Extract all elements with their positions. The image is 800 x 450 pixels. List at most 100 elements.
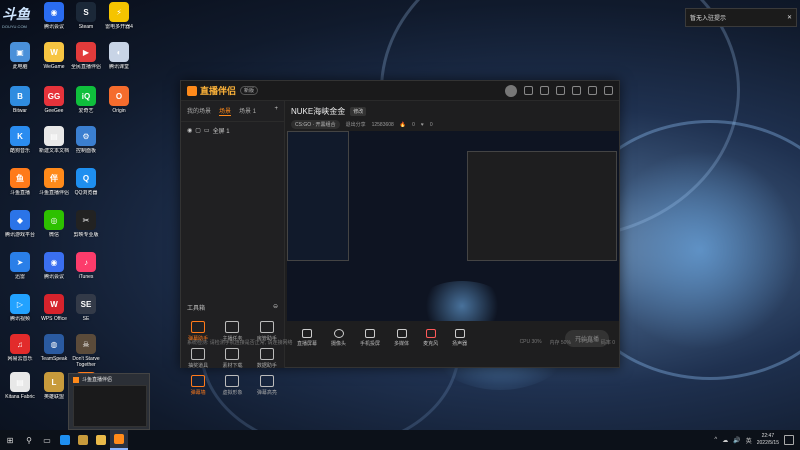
- desktop-icon[interactable]: B Bitwar: [4, 86, 36, 114]
- mail-icon[interactable]: [524, 86, 533, 95]
- live-preview[interactable]: [287, 131, 619, 321]
- desktop-icon[interactable]: ♫ 网易云音乐: [4, 334, 36, 362]
- title-bar-actions: [505, 84, 613, 97]
- status-message: 系统检测: 请检测手机连接是否正常, 请连接网络: [187, 340, 293, 346]
- minimize-icon[interactable]: [572, 86, 581, 95]
- desktop-icon-label: Bitwar: [13, 108, 27, 114]
- version-badge[interactable]: 新版: [240, 86, 259, 95]
- desktop-icon[interactable]: S Steam: [70, 2, 102, 30]
- notification-toast[interactable]: 暂无入驻提示 ✕: [685, 8, 797, 27]
- desktop-icon[interactable]: ◉ 腾讯会议: [38, 2, 70, 30]
- desktop-icon-label: 新建文本文档: [38, 148, 69, 154]
- tool-item[interactable]: 虚拟形象: [215, 375, 249, 396]
- notification-center-icon[interactable]: [784, 435, 794, 445]
- desktop-icon-label: 酷狗音乐: [9, 148, 30, 154]
- desktop-icon[interactable]: ☠ Don't Starve Together: [70, 334, 102, 368]
- taskbar-app-files[interactable]: [92, 430, 110, 450]
- taskbar-app-live-companion[interactable]: [110, 430, 128, 450]
- taskbar-app-game[interactable]: [74, 430, 92, 450]
- app-icon: ◐: [109, 42, 129, 62]
- more-icon[interactable]: ⊖: [273, 303, 278, 312]
- desktop-icon[interactable]: 鱼斗鱼直播: [4, 168, 36, 196]
- desktop-icon[interactable]: ➤ 迅雷: [4, 252, 36, 280]
- avatar[interactable]: [505, 84, 517, 97]
- menu-icon[interactable]: [556, 86, 565, 95]
- close-icon[interactable]: ✕: [787, 14, 792, 21]
- app-icon: O: [109, 86, 129, 106]
- start-button[interactable]: ⊞: [0, 430, 20, 450]
- taskbar-thumbnail[interactable]: 斗鱼直播伴侣: [68, 373, 150, 430]
- desktop-icon[interactable]: K 酷狗音乐: [4, 126, 36, 154]
- desktop-icon[interactable]: W WPS Office: [38, 294, 70, 322]
- desktop-icon[interactable]: ◍ TeamSpeak: [38, 334, 70, 362]
- search-icon[interactable]: ⚲: [20, 430, 38, 450]
- desktop-icon[interactable]: 伴斗鱼直播伴侣: [38, 168, 70, 196]
- desktop-icon[interactable]: ▶ 全民直播伴侣: [70, 42, 102, 70]
- volume-icon[interactable]: 🔊: [733, 437, 740, 444]
- desktop-icon[interactable]: O Origin: [103, 86, 135, 114]
- tab-scene-1[interactable]: 场景 1: [239, 106, 256, 116]
- edit-title-button[interactable]: 修改: [350, 107, 367, 116]
- taskbar-app-browser[interactable]: [56, 430, 74, 450]
- tool-item[interactable]: 素材下载: [215, 348, 249, 369]
- desktop-icon[interactable]: ◆ 腾讯游戏平台: [4, 210, 36, 238]
- desktop-icon[interactable]: ▣ 此电脑: [4, 42, 36, 70]
- desktop-icon[interactable]: ◎ 微信: [38, 210, 70, 238]
- screen-icon: ▭: [203, 128, 210, 134]
- desktop-icon[interactable]: ▷ 腾讯视频: [4, 294, 36, 322]
- desktop-icon[interactable]: ▤ 新建文本文档: [38, 126, 70, 154]
- settings-icon[interactable]: [540, 86, 549, 95]
- app-icon: ◉: [44, 252, 64, 272]
- app-icon: SE: [76, 294, 96, 314]
- room-title[interactable]: NUKE海峡金金: [291, 106, 345, 117]
- desktop-icon[interactable]: SE SE: [70, 294, 102, 322]
- lock-icon[interactable]: ▢: [195, 127, 201, 134]
- task-view-icon[interactable]: ▭: [38, 430, 56, 450]
- desktop-icon[interactable]: iQ 爱奇艺: [70, 86, 102, 114]
- category-select[interactable]: CS:GO · 开黑组合: [291, 120, 340, 129]
- network-icon[interactable]: ☁: [722, 437, 728, 444]
- preview-glow: [417, 281, 507, 321]
- eye-icon[interactable]: ◉: [187, 127, 192, 134]
- input-language[interactable]: 英: [746, 436, 752, 445]
- tool-item[interactable]: 抽奖道具: [181, 348, 215, 369]
- desktop-icon[interactable]: ▤ Kitana Fabric: [4, 372, 36, 400]
- desktop-icon-label: 腾讯会议: [43, 274, 64, 280]
- thumbnail-title-text: 斗鱼直播伴侣: [82, 377, 113, 383]
- tool-item[interactable]: 弹幕高亮: [250, 375, 284, 396]
- tab-my-scenes[interactable]: 我的场景: [187, 106, 211, 116]
- desktop-icon[interactable]: ◉ 腾讯会议: [38, 252, 70, 280]
- app-name: 直播伴侣: [200, 86, 237, 96]
- desktop-icon[interactable]: ⚙ 控制面板: [70, 126, 102, 154]
- close-icon[interactable]: [604, 86, 613, 95]
- tool-item[interactable]: 弹幕墙: [181, 375, 215, 396]
- app-icon: ▤: [44, 126, 64, 146]
- desktop-icon[interactable]: GG GeeGee: [38, 86, 70, 114]
- tray-expand-icon[interactable]: ^: [714, 437, 717, 443]
- desktop-icon[interactable]: L 英雄联盟: [38, 372, 70, 400]
- app-icon: ◍: [44, 334, 64, 354]
- app-icon: ➤: [10, 252, 30, 272]
- tool-label: 弹幕墙: [190, 390, 206, 396]
- desktop-icon[interactable]: ◐ 腾讯课堂: [103, 42, 135, 70]
- notification-text: 暂无入驻提示: [690, 16, 727, 22]
- desktop-icon-label: 英雄联盟: [43, 394, 64, 400]
- scene-item[interactable]: ◉ ▢ ▭ 全屏 1: [181, 122, 284, 139]
- share-stat[interactable]: 退出分享: [346, 121, 366, 128]
- desktop-icon-label: 腾讯视频: [9, 316, 30, 322]
- desktop-icon[interactable]: ♪ iTunes: [70, 252, 102, 280]
- desktop-icon[interactable]: Q QQ浏览器: [70, 168, 102, 196]
- desktop-icon-label: WPS Office: [41, 316, 67, 322]
- desktop-icon[interactable]: ⚡ 雷电多开器4: [103, 2, 135, 30]
- clock[interactable]: 22:47 2022/5/15: [757, 433, 779, 447]
- add-scene-icon[interactable]: +: [274, 106, 278, 116]
- tool-label: 弹幕高亮: [256, 390, 277, 396]
- app-icon: ⚙: [76, 126, 96, 146]
- scene-panel: 我的场景 场景 场景 1 + ◉ ▢ ▭ 全屏 1 工具箱 ⊖ 弹幕助手 主播任务…: [181, 101, 285, 396]
- tool-item[interactable]: 数据助手: [250, 348, 284, 369]
- app-icon: W: [44, 42, 64, 62]
- maximize-icon[interactable]: [588, 86, 597, 95]
- desktop-icon[interactable]: W WeGame: [38, 42, 70, 70]
- tab-scene[interactable]: 场景: [219, 106, 232, 116]
- desktop-icon[interactable]: ✂ 剪映专业版: [70, 210, 102, 238]
